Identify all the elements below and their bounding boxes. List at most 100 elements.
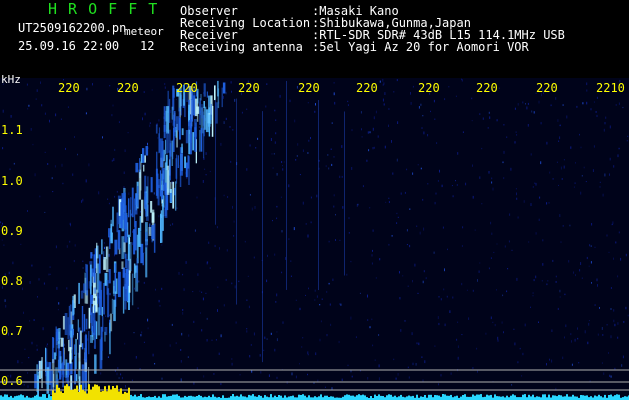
noise-speck [113,158,115,161]
noise-speck [513,328,515,330]
baseline-bar [260,395,262,400]
baseline-bar [308,395,310,400]
noise-speck [404,320,406,322]
noise-speck [326,334,328,337]
noise-speck [73,260,75,263]
noise-speck [559,296,561,298]
noise-speck [552,178,554,180]
baseline-bar [314,396,316,400]
noise-speck [575,162,576,164]
noise-speck [247,275,249,277]
trail-segment [156,151,158,176]
noise-speck [617,322,619,325]
noise-speck [328,282,330,285]
noise-speck [2,147,4,150]
baseline-bar [188,395,190,400]
trail-segment [142,252,144,266]
noise-speck [468,317,470,320]
noise-speck [246,330,248,333]
noise-speck [270,332,272,335]
noise-speck [359,292,361,294]
trail-segment [90,335,93,343]
noise-speck [581,175,583,177]
noise-speck [594,304,596,306]
trail-segment [61,362,65,375]
noise-speck [302,337,304,339]
baseline-bar [44,394,46,400]
baseline-bar [564,396,566,400]
trail-segment [175,158,178,179]
noise-speck [281,161,283,163]
trail-segment [170,181,172,193]
noise-speck [613,165,615,168]
noise-speck [595,111,597,113]
noise-speck [441,184,443,188]
baseline-bar [34,395,36,400]
noise-speck [285,257,286,260]
noise-speck [158,215,160,218]
baseline-bar [448,395,450,400]
baseline-bar [380,395,382,400]
noise-speck [13,162,15,165]
noise-speck [559,136,561,140]
noise-speck [307,234,309,238]
baseline-bar [456,395,458,400]
noise-speck [577,337,579,340]
noise-speck [451,185,453,187]
noise-speck [272,220,273,222]
baseline-bar [0,395,2,400]
trail-segment [133,263,136,278]
noise-speck [151,89,153,91]
noise-speck [488,171,490,174]
baseline-bar [604,394,606,400]
trail-segment [208,114,212,124]
noise-speck [452,296,454,299]
noise-speck [407,285,409,287]
baseline-bar [212,394,214,400]
x-tick-label: 220 [536,81,558,95]
noise-speck [562,225,564,227]
baseline-bar [284,395,286,400]
noise-speck [328,240,330,243]
baseline-bar [320,394,322,400]
baseline-bar [56,384,58,400]
noise-speck [492,321,494,323]
noise-speck [273,153,275,155]
noise-speck [36,344,38,347]
noise-speck [457,321,459,323]
trail-segment [194,127,197,152]
noise-speck [617,154,619,158]
noise-speck [388,124,389,127]
baseline-bar [522,394,524,400]
baseline-bar [386,395,388,400]
noise-speck [86,87,88,91]
noise-speck [577,327,578,330]
noise-speck [230,81,232,84]
noise-speck [192,291,194,293]
noise-speck [339,175,341,178]
y-tick-label: 0.6 [1,374,23,388]
baseline-bar [178,395,180,400]
trail-segment [85,264,88,296]
noise-speck [378,377,380,381]
noise-speck [109,314,110,317]
noise-speck [385,201,387,203]
noise-speck [246,168,248,171]
noise-speck [276,205,278,208]
noise-speck [596,96,598,99]
noise-speck [435,192,437,195]
baseline-bar [474,395,476,400]
noise-speck [586,82,588,86]
baseline-bar [490,394,492,400]
noise-speck [488,267,490,270]
noise-speck [118,377,120,379]
noise-speck [249,144,251,147]
baseline-bar [442,394,444,400]
baseline-bar [98,386,100,400]
trail-segment [165,110,168,122]
baseline-bar [584,395,586,400]
noise-speck [609,157,611,161]
trail-segment [96,242,98,274]
baseline-bar [22,395,24,400]
noise-speck [517,361,519,364]
